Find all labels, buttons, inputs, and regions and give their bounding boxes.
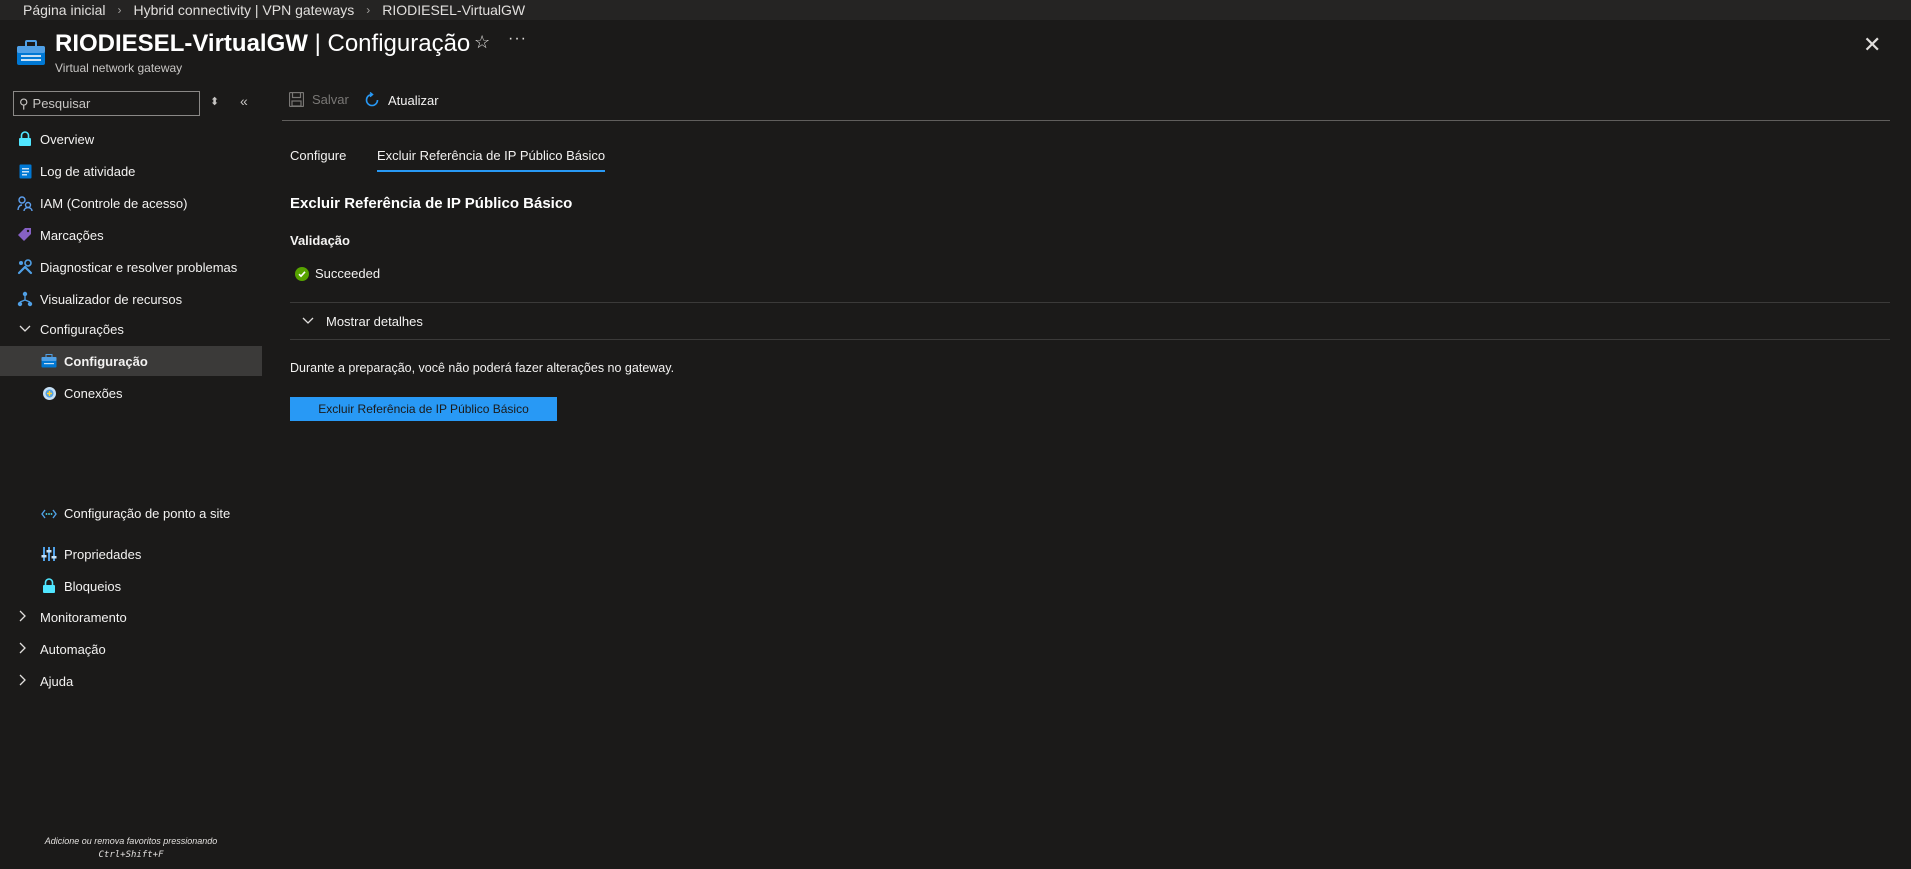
tag-icon [17, 227, 33, 243]
sidebar-item-label: Bloqueios [64, 578, 122, 594]
chevron-right-icon [19, 674, 27, 689]
star-icon[interactable]: ☆ [474, 32, 490, 53]
sidebar-group-monitoring[interactable]: Monitoramento [0, 602, 262, 632]
sidebar-item-iam[interactable]: IAM (Controle de acesso) [0, 188, 262, 218]
sidebar-item-configuration[interactable]: Configuração [0, 346, 262, 376]
section-title: Excluir Referência de IP Público Básico [290, 195, 573, 212]
save-label: Salvar [312, 92, 349, 107]
sidebar-group-help[interactable]: Ajuda [0, 666, 262, 696]
lock-overview-icon [17, 131, 33, 147]
collapse-sidebar-icon[interactable]: « [240, 93, 248, 109]
title-separator: | [307, 30, 328, 57]
chevron-right-icon [19, 642, 27, 657]
breadcrumb-resource[interactable]: RIODIESEL-VirtualGW [382, 2, 525, 18]
sidebar-item-label: Propriedades [64, 546, 142, 562]
breadcrumb-separator: › [366, 3, 371, 17]
chevron-down-icon [19, 322, 31, 336]
sidebar-group-automation[interactable]: Automação [0, 634, 262, 664]
refresh-label: Atualizar [388, 92, 439, 108]
close-icon[interactable]: ✕ [1863, 32, 1881, 58]
sidebar-item-properties[interactable]: Propriedades [0, 539, 262, 569]
sidebar-item-resource-visualizer[interactable]: Visualizador de recursos [0, 284, 262, 314]
save-button[interactable]: Salvar [289, 92, 349, 107]
sidebar-item-locks[interactable]: Bloqueios [0, 571, 262, 601]
sidebar-item-label: Monitoramento [40, 609, 127, 625]
sidebar-item-connections[interactable]: Conexões [0, 378, 262, 408]
delete-basic-public-ip-button[interactable]: Excluir Referência de IP Público Básico [290, 397, 557, 421]
page-header: RIODIESEL-VirtualGW | Configuração Virtu… [0, 20, 1911, 80]
sidebar-item-label: Visualizador de recursos [40, 291, 183, 307]
page-name: Configuração [327, 30, 471, 57]
refresh-icon [364, 92, 380, 108]
search-input[interactable] [32, 96, 183, 111]
divider [290, 339, 1890, 340]
breadcrumb-home[interactable]: Página inicial [23, 2, 106, 18]
tab-delete-basic-public-ip[interactable]: Excluir Referência de IP Público Básico [377, 148, 606, 172]
sidebar-item-label: Configuração de ponto a site [64, 506, 231, 521]
sidebar-item-label: Marcações [40, 227, 104, 243]
chevron-right-icon [19, 610, 27, 625]
breadcrumb: Página inicial › Hybrid connectivity | V… [0, 0, 1911, 20]
success-check-icon [295, 266, 309, 281]
validation-label: Validação [290, 233, 350, 248]
page-title: RIODIESEL-VirtualGW | Configuração [55, 30, 470, 58]
connections-icon [41, 385, 57, 401]
info-text: Durante a preparação, você não poderá fa… [290, 361, 675, 375]
search-box[interactable]: ⚲ [13, 91, 200, 116]
properties-icon [41, 546, 57, 562]
sort-icon[interactable]: ⬍ [210, 95, 219, 108]
sidebar: ⚲ ⬍ « Overview Log de atividade IAM (Con… [0, 80, 262, 869]
save-icon [289, 92, 304, 107]
tab-configure[interactable]: Configure [290, 148, 346, 170]
sidebar-item-label: Log de atividade [40, 163, 136, 179]
breadcrumb-separator: › [117, 3, 122, 17]
favorites-hint-text: Adicione ou remova favoritos pressionand… [44, 836, 218, 846]
activity-log-icon [17, 163, 33, 179]
wrench-icon [17, 259, 33, 275]
sidebar-item-label: Conexões [64, 385, 123, 401]
page-subtitle: Virtual network gateway [55, 61, 183, 75]
sidebar-item-label: Overview [40, 131, 95, 147]
status-text: Succeeded [315, 266, 381, 281]
validation-status: Succeeded [295, 266, 380, 281]
sidebar-item-label: Configuração [64, 353, 148, 369]
sidebar-item-label: IAM (Controle de acesso) [40, 195, 188, 211]
search-icon: ⚲ [19, 95, 29, 111]
gateway-icon [41, 353, 57, 369]
ellipsis-icon[interactable]: ··· [508, 30, 527, 48]
favorites-hint: Adicione ou remova favoritos pressionand… [0, 834, 262, 862]
point-to-site-icon [41, 506, 57, 522]
command-bar: Salvar Atualizar [282, 80, 1890, 121]
resource-name: RIODIESEL-VirtualGW [55, 30, 308, 57]
show-details-toggle[interactable]: Mostrar detalhes [290, 303, 1890, 339]
breadcrumb-vpn-gateways[interactable]: Hybrid connectivity | VPN gateways [134, 2, 355, 18]
show-details-label: Mostrar detalhes [326, 313, 423, 329]
sidebar-group-settings[interactable]: Configurações [0, 314, 262, 344]
virtual-network-gateway-icon [16, 40, 46, 66]
sidebar-item-label: Configurações [40, 321, 124, 337]
refresh-button[interactable]: Atualizar [364, 92, 439, 108]
resource-visualizer-icon [17, 291, 33, 307]
sidebar-item-label: Automação [40, 641, 106, 657]
sidebar-item-activity-log[interactable]: Log de atividade [0, 156, 262, 186]
chevron-down-icon [302, 314, 314, 328]
sidebar-item-diagnose[interactable]: Diagnosticar e resolver problemas [0, 252, 262, 282]
sidebar-item-label: Diagnosticar e resolver problemas [40, 259, 238, 275]
lock-icon [41, 578, 57, 594]
sidebar-item-tags[interactable]: Marcações [0, 220, 262, 250]
sidebar-item-point-to-site[interactable]: Configuração de ponto a site [0, 495, 262, 533]
favorites-shortcut: Ctrl+Shift+F [98, 850, 164, 860]
sidebar-item-overview[interactable]: Overview [0, 124, 262, 154]
iam-icon [17, 195, 33, 211]
sidebar-item-label: Ajuda [40, 673, 74, 689]
